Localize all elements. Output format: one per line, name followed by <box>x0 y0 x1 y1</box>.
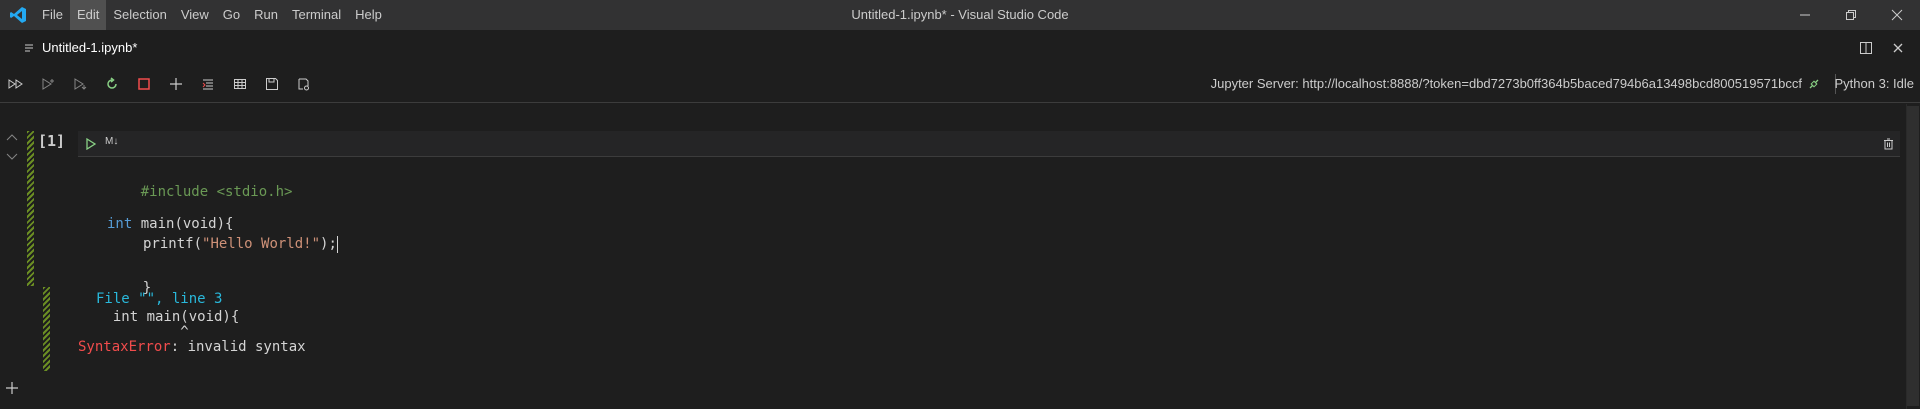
menu-terminal[interactable]: Terminal <box>285 0 348 30</box>
notebook-file-icon <box>24 42 36 54</box>
menu-bar: File Edit Selection View Go Run Terminal… <box>35 0 389 30</box>
cell-toolbar: M↓ <box>78 131 1900 157</box>
add-cell-icon[interactable] <box>160 72 192 96</box>
text-cursor <box>336 235 338 253</box>
cell-collapse-controls <box>4 130 20 164</box>
chevron-down-icon <box>6 153 18 160</box>
menu-run[interactable]: Run <box>247 0 285 30</box>
cell-output: File "", line 3 int main(void){ ^ Syntax… <box>78 290 306 356</box>
vertical-scrollbar[interactable] <box>1906 104 1920 409</box>
title-bar: File Edit Selection View Go Run Terminal… <box>0 0 1920 30</box>
variables-icon[interactable] <box>224 72 256 96</box>
connected-plug-icon <box>1808 77 1822 91</box>
kernel-status[interactable]: Python 3: Idle <box>1835 65 1915 103</box>
menu-go[interactable]: Go <box>216 0 247 30</box>
jupyter-server-status[interactable]: Jupyter Server: http://localhost:8888/?t… <box>1211 65 1822 103</box>
code-line-5: } <box>142 280 152 296</box>
code-line-4: printf("Hello World!"); <box>143 235 338 253</box>
interrupt-kernel-icon[interactable] <box>128 72 160 96</box>
run-all-cells-icon[interactable] <box>0 72 32 96</box>
minimize-icon[interactable] <box>1782 0 1828 30</box>
menu-selection[interactable]: Selection <box>106 0 173 30</box>
menu-help[interactable]: Help <box>348 0 389 30</box>
delete-cell-icon[interactable] <box>1880 135 1896 153</box>
add-cell-below-icon[interactable] <box>4 380 20 396</box>
code-line-1: #include <stdio.h> <box>140 184 293 200</box>
output-selection-bar <box>43 287 50 371</box>
chevron-up-icon <box>6 134 18 141</box>
output-line-error: SyntaxError: invalid syntax <box>78 338 306 356</box>
export-icon[interactable] <box>288 72 320 96</box>
clear-outputs-icon[interactable] <box>192 72 224 96</box>
error-name: SyntaxError <box>78 339 171 355</box>
tab-untitled-ipynb[interactable]: Untitled-1.ipynb* <box>0 30 147 65</box>
run-cells-above-icon[interactable] <box>32 72 64 96</box>
vscode-logo-icon <box>0 0 35 30</box>
notebook-toolbar: Jupyter Server: http://localhost:8888/?t… <box>0 65 1920 103</box>
run-cell-icon[interactable] <box>83 135 99 153</box>
code-editor[interactable]: #include <stdio.h> int main(void){ print… <box>78 157 1900 296</box>
menu-edit[interactable]: Edit <box>69 0 107 30</box>
menu-view[interactable]: View <box>174 0 216 30</box>
run-cells-below-icon[interactable] <box>64 72 96 96</box>
output-line-caret: ^ <box>96 324 189 340</box>
menu-file[interactable]: File <box>35 0 70 30</box>
tab-label: Untitled-1.ipynb* <box>42 40 138 55</box>
output-line-file: File "", line 3 <box>96 291 223 307</box>
close-editor-icon[interactable] <box>1888 38 1908 58</box>
close-window-icon[interactable] <box>1874 0 1920 30</box>
restore-icon[interactable] <box>1828 0 1874 30</box>
editor-actions <box>1856 30 1908 65</box>
jupyter-server-label: Jupyter Server: http://localhost:8888/?t… <box>1210 76 1802 91</box>
split-editor-icon[interactable] <box>1856 38 1876 58</box>
save-icon[interactable] <box>256 72 288 96</box>
scrollbar-thumb[interactable] <box>1907 106 1919 406</box>
execution-count: [1] <box>38 132 66 150</box>
window-controls <box>1782 0 1920 30</box>
error-message: : invalid syntax <box>170 339 306 355</box>
editor-tab-bar: Untitled-1.ipynb* <box>0 30 1920 65</box>
code-line-3: int main(void){ <box>107 216 234 232</box>
markdown-toggle[interactable]: M↓ <box>105 136 118 147</box>
cell-selection-bar <box>27 131 34 286</box>
restart-kernel-icon[interactable] <box>96 72 128 96</box>
